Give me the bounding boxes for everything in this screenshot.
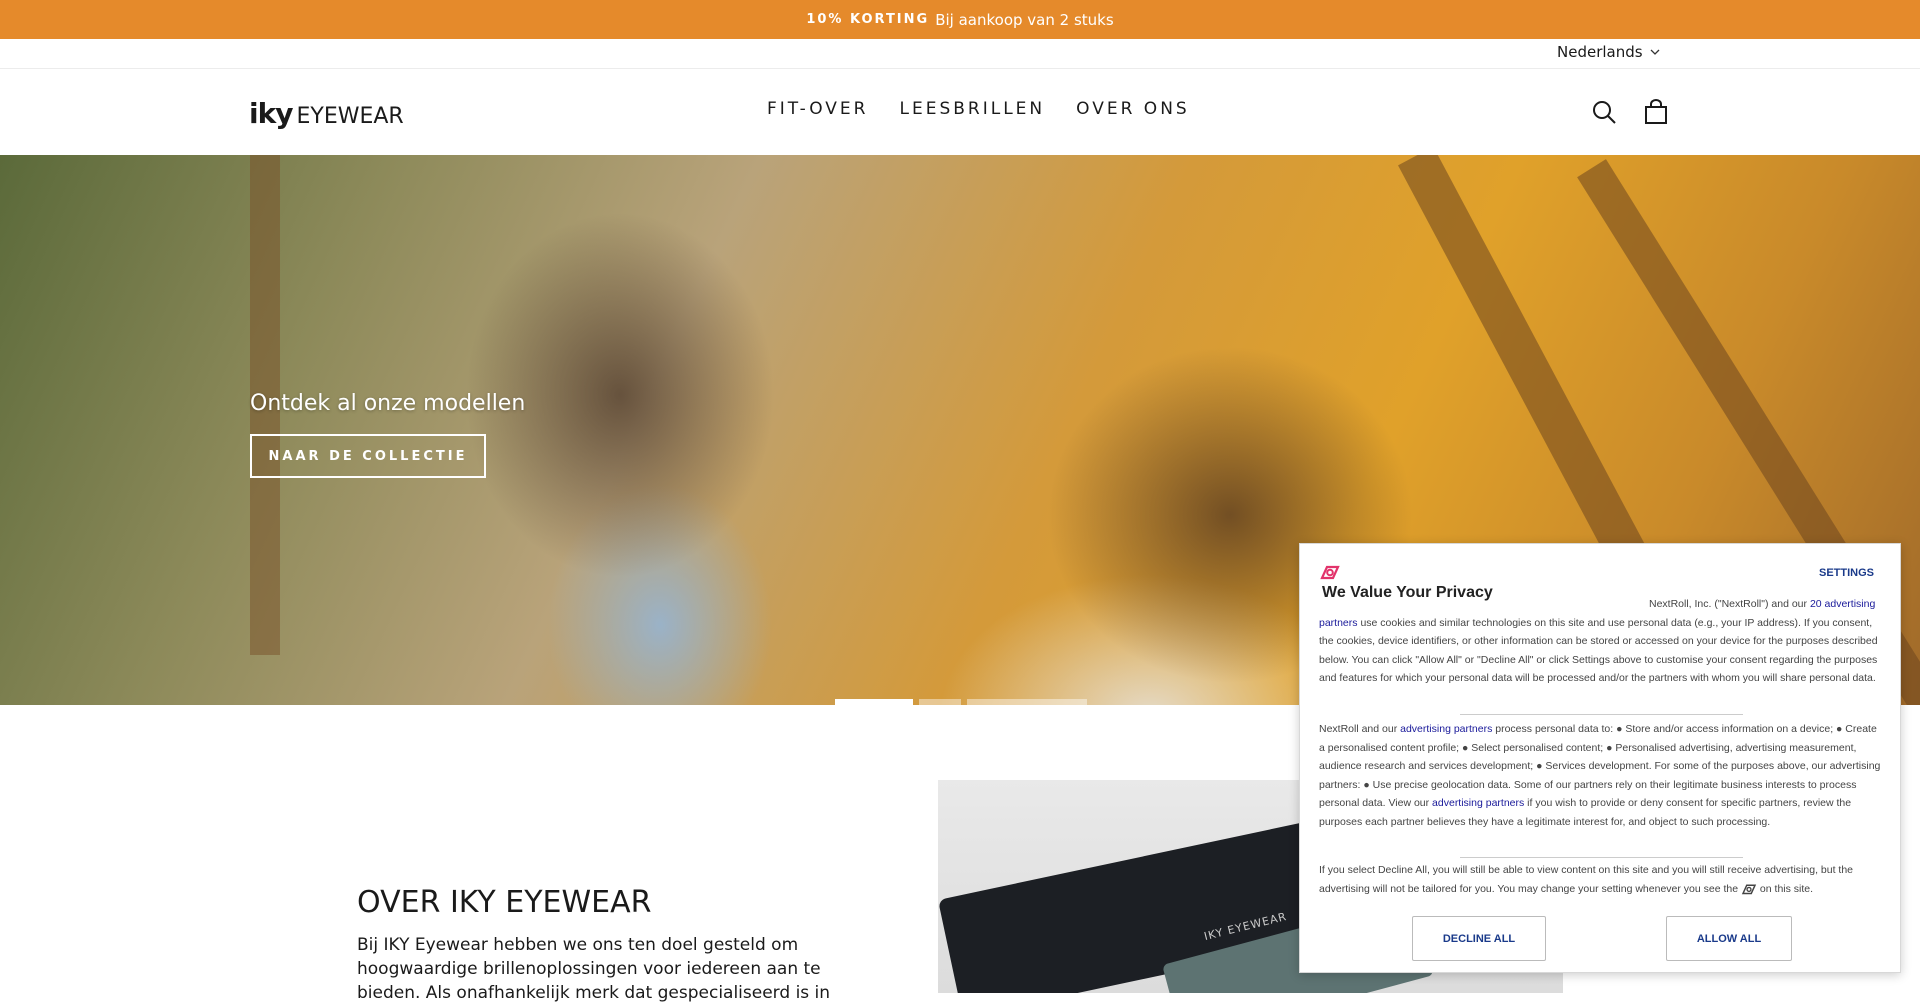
decline-all-button[interactable]: DECLINE ALL (1412, 916, 1546, 961)
language-bar: Nederlands (0, 39, 1920, 69)
consent-p3-text-b: on this site. (1757, 882, 1814, 895)
consent-divider-2 (1460, 857, 1743, 858)
announcement-bar: 10% KORTING Bij aankoop van 2 stuks (0, 0, 1920, 39)
main-nav: FIT-OVER LEESBRILLEN OVER ONS (767, 99, 1190, 119)
consent-p1-text-a: NextRoll, Inc. ("NextRoll") and our (1649, 598, 1810, 610)
consent-p1-text-b: use cookies and similar technologies on … (1319, 616, 1878, 685)
logo-bold: iky (249, 97, 293, 130)
nextroll-logo-icon (1320, 565, 1340, 580)
about-title: OVER IKY EYEWEAR (357, 885, 652, 920)
hero-slide-indicators (835, 699, 1087, 705)
consent-paragraph-2: NextRoll and our advertising partners pr… (1319, 720, 1884, 831)
nav-item-fit-over[interactable]: FIT-OVER (767, 99, 869, 119)
cookie-consent-dialog: SETTINGS We Value Your Privacy NextRoll,… (1299, 543, 1901, 973)
nextroll-inline-icon[interactable] (1741, 883, 1757, 895)
hero-collection-button[interactable]: NAAR DE COLLECTIE (250, 434, 486, 478)
nav-item-leesbrillen[interactable]: LEESBRILLEN (900, 99, 1046, 119)
hero-title: Ontdek al onze modellen (250, 391, 526, 416)
announcement-text: Bij aankoop van 2 stuks (935, 10, 1114, 29)
announcement-strong: 10% KORTING (806, 12, 930, 27)
advertising-partners-link-3[interactable]: advertising partners (1432, 797, 1524, 809)
consent-paragraph-1: NextRoll, Inc. ("NextRoll") and our 20 a… (1319, 595, 1884, 688)
consent-divider-1 (1460, 714, 1743, 715)
slide-dot-2[interactable] (919, 699, 961, 705)
slide-dot-3[interactable] (967, 699, 1087, 705)
about-text: Bij IKY Eyewear hebben we ons ten doel g… (357, 935, 831, 1003)
language-selector[interactable]: Nederlands (1557, 43, 1661, 61)
site-header: iky EYEWEAR FIT-OVER LEESBRILLEN OVER ON… (0, 69, 1920, 155)
logo-rest: EYEWEAR (296, 104, 404, 129)
cart-icon[interactable] (1643, 99, 1669, 125)
site-logo[interactable]: iky EYEWEAR (249, 97, 404, 130)
search-icon[interactable] (1591, 99, 1617, 125)
settings-link[interactable]: SETTINGS (1819, 567, 1874, 579)
consent-paragraph-3: If you select Decline All, you will stil… (1319, 861, 1884, 898)
language-label: Nederlands (1557, 43, 1643, 61)
advertising-partners-link-2[interactable]: advertising partners (1400, 723, 1492, 735)
nav-item-over-ons[interactable]: OVER ONS (1076, 99, 1190, 119)
slide-dot-1[interactable] (835, 699, 913, 705)
allow-all-button[interactable]: ALLOW ALL (1666, 916, 1792, 961)
consent-p2-text-a: NextRoll and our (1319, 723, 1401, 735)
chevron-down-icon (1650, 49, 1660, 55)
